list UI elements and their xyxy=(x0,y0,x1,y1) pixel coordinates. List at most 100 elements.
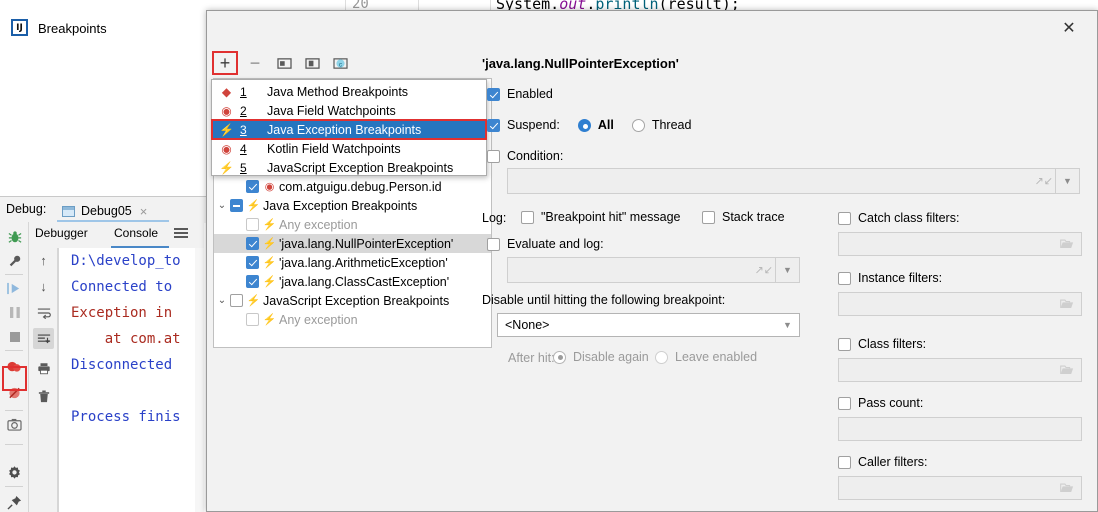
pass-count-input[interactable] xyxy=(838,417,1082,441)
bug-icon[interactable] xyxy=(4,226,25,247)
disable-again-label: Disable again xyxy=(573,350,649,364)
expand-icon[interactable]: ↗↙ xyxy=(1035,175,1053,188)
tree-row[interactable]: ◉ com.atguigu.debug.Person.id xyxy=(214,177,491,196)
disable-again-row[interactable]: Disable again xyxy=(553,350,649,364)
checkbox[interactable] xyxy=(246,313,259,326)
expand-icon[interactable]: ↗↙ xyxy=(755,264,773,277)
checkbox[interactable] xyxy=(246,180,259,193)
group-by-file-button[interactable] xyxy=(301,51,323,75)
tree-row-label: 'java.lang.ArithmeticException' xyxy=(279,255,448,270)
disable-until-dropdown[interactable]: <None> ▼ xyxy=(497,313,800,337)
suspend-thread-radio[interactable] xyxy=(631,118,645,132)
tree-row[interactable]: ⚡ 'java.lang.NullPointerException' xyxy=(214,234,491,253)
folder-icon[interactable] xyxy=(1060,483,1074,494)
menu-icon[interactable] xyxy=(174,228,188,239)
settings-gear-icon[interactable] xyxy=(4,462,25,483)
menu-item-javascript-exception-breakpoints[interactable]: ⚡ 5 JavaScript Exception Breakpoints xyxy=(212,158,486,177)
chevron-down-icon[interactable]: ⌄ xyxy=(214,295,230,306)
evaluate-and-log-input[interactable]: ↗↙ ▼ xyxy=(507,257,800,283)
condition-input[interactable]: ↗↙ ▼ xyxy=(507,168,1080,194)
pin-icon[interactable] xyxy=(4,492,25,512)
group-by-class-button[interactable]: c xyxy=(329,51,351,75)
checkbox[interactable] xyxy=(230,199,243,212)
checkbox[interactable] xyxy=(246,218,259,231)
evaluate-and-log-checkbox[interactable] xyxy=(487,237,500,251)
suspend-row[interactable]: Suspend: All Thread xyxy=(487,118,691,132)
enabled-checkbox[interactable] xyxy=(487,87,500,101)
caller-filters-checkbox[interactable] xyxy=(838,455,851,469)
evaluate-and-log-row[interactable]: Evaluate and log: xyxy=(487,237,604,251)
debug-session-tab[interactable]: Debug05 × xyxy=(62,200,147,222)
catch-class-filters-row[interactable]: Catch class filters: xyxy=(838,211,959,225)
leave-enabled-row[interactable]: Leave enabled xyxy=(655,350,757,364)
checkbox[interactable] xyxy=(246,256,259,269)
tree-row[interactable]: ⌄ ⚡ JavaScript Exception Breakpoints xyxy=(214,291,491,310)
condition-row[interactable]: Condition: xyxy=(487,149,563,163)
condition-checkbox[interactable] xyxy=(487,149,500,163)
disable-again-radio[interactable] xyxy=(553,350,566,364)
pass-count-row[interactable]: Pass count: xyxy=(838,396,923,410)
tab-debugger[interactable]: Debugger xyxy=(35,226,88,240)
pause-icon[interactable] xyxy=(4,302,25,323)
instance-filters-row[interactable]: Instance filters: xyxy=(838,271,942,285)
suspend-checkbox[interactable] xyxy=(487,118,500,132)
suspend-all-radio[interactable] xyxy=(577,118,591,132)
console-output[interactable]: D:\develop_to Connected to Exception in … xyxy=(58,248,205,512)
trash-icon[interactable] xyxy=(33,386,54,407)
menu-item-java-field-watchpoints[interactable]: ◉ 2 Java Field Watchpoints xyxy=(212,101,486,120)
instance-filters-input[interactable] xyxy=(838,292,1082,316)
pass-count-checkbox[interactable] xyxy=(838,396,851,410)
print-icon[interactable] xyxy=(33,358,54,379)
caller-filters-row[interactable]: Caller filters: xyxy=(838,455,927,469)
folder-icon[interactable] xyxy=(1060,299,1074,310)
menu-item-java-method-breakpoints[interactable]: ◆ 1 Java Method Breakpoints xyxy=(212,82,486,101)
tree-row[interactable]: ⚡ 'java.lang.ClassCastException' xyxy=(214,272,491,291)
leave-enabled-radio[interactable] xyxy=(655,350,668,364)
stack-trace-checkbox[interactable] xyxy=(702,210,715,224)
catch-class-filters-checkbox[interactable] xyxy=(838,211,851,225)
checkbox[interactable] xyxy=(246,275,259,288)
tree-row[interactable]: ⚡ Any exception xyxy=(214,215,491,234)
remove-breakpoint-button[interactable]: − xyxy=(244,51,266,75)
close-icon[interactable]: × xyxy=(140,204,148,219)
scroll-down-icon[interactable]: ↓ xyxy=(33,276,54,297)
class-filters-row[interactable]: Class filters: xyxy=(838,337,926,351)
stop-icon[interactable] xyxy=(4,326,25,347)
close-icon[interactable]: ✕ xyxy=(1056,16,1082,40)
class-filters-input[interactable] xyxy=(838,358,1082,382)
log-breakpoint-hit-row[interactable]: "Breakpoint hit" message xyxy=(521,210,681,224)
view-source-button[interactable] xyxy=(273,51,295,75)
chevron-down-icon[interactable]: ▼ xyxy=(1055,169,1079,193)
scroll-up-icon[interactable]: ↑ xyxy=(33,250,54,271)
breakpoint-hit-checkbox[interactable] xyxy=(521,210,534,224)
wrench-icon[interactable] xyxy=(4,250,25,271)
resume-icon[interactable] xyxy=(4,278,25,299)
enabled-checkbox-row[interactable]: Enabled xyxy=(487,87,553,101)
menu-item-java-exception-breakpoints[interactable]: ⚡ 3 Java Exception Breakpoints xyxy=(211,119,487,140)
log-stack-trace-row[interactable]: Stack trace xyxy=(702,210,785,224)
chevron-down-icon[interactable]: ▼ xyxy=(775,258,799,282)
add-breakpoint-button[interactable]: + xyxy=(212,51,238,75)
scroll-to-end-icon[interactable] xyxy=(33,328,54,349)
folder-icon[interactable] xyxy=(1060,239,1074,250)
folder-icon[interactable] xyxy=(1060,365,1074,376)
class-filters-checkbox[interactable] xyxy=(838,337,851,351)
instance-filters-checkbox[interactable] xyxy=(838,271,851,285)
add-breakpoint-menu[interactable]: ◆ 1 Java Method Breakpoints ◉ 2 Java Fie… xyxy=(211,79,487,176)
checkbox[interactable] xyxy=(246,237,259,250)
checkbox[interactable] xyxy=(230,294,243,307)
tab-console[interactable]: Console xyxy=(114,226,158,240)
tree-row[interactable]: ⚡ Any exception xyxy=(214,310,491,329)
console-scrollbar[interactable] xyxy=(195,248,204,512)
tree-row[interactable]: ⌄ ⚡ Java Exception Breakpoints xyxy=(214,196,491,215)
chevron-down-icon[interactable]: ▼ xyxy=(776,314,799,336)
tree-row[interactable]: ⚡ 'java.lang.ArithmeticException' xyxy=(214,253,491,272)
camera-icon[interactable] xyxy=(4,414,25,435)
catch-class-filters-input[interactable] xyxy=(838,232,1082,256)
chevron-down-icon[interactable]: ⌄ xyxy=(214,200,230,211)
eye-icon: ◉ xyxy=(221,141,232,156)
soft-wrap-icon[interactable] xyxy=(33,302,54,323)
caller-filters-input[interactable] xyxy=(838,476,1082,500)
menu-item-kotlin-field-watchpoints[interactable]: ◉ 4 Kotlin Field Watchpoints xyxy=(212,139,486,158)
bolt-icon: ⚡ xyxy=(246,295,261,307)
